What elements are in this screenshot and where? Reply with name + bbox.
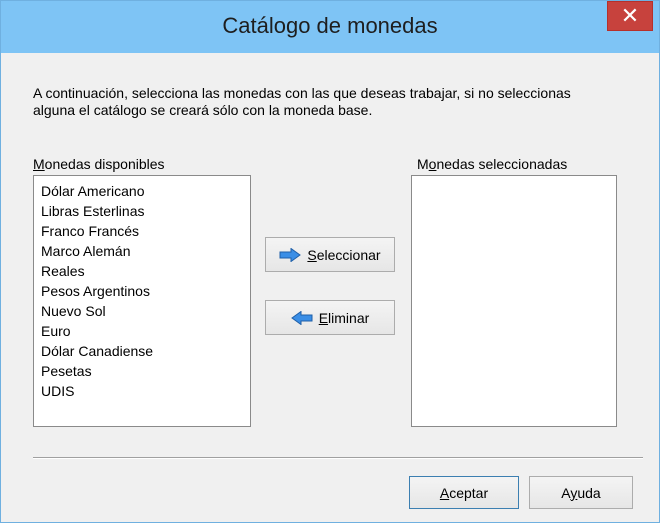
available-currencies-list[interactable]: Dólar Americano Libras Esterlinas Franco… [33, 175, 251, 427]
help-button-label: Ayuda [561, 484, 601, 501]
list-item[interactable]: UDIS [34, 381, 250, 401]
select-button-label: Seleccionar [307, 246, 381, 263]
selected-currencies-list[interactable] [411, 175, 617, 427]
selected-label: Monedas seleccionadas [417, 156, 568, 172]
dialog-window: Catálogo de monedas ✕ A continuación, se… [0, 0, 660, 523]
close-icon: ✕ [620, 3, 640, 28]
accept-button-label: Aceptar [439, 484, 489, 501]
available-label: Monedas disponibles [33, 156, 165, 172]
list-item[interactable]: Dólar Canadiense [34, 341, 250, 361]
arrow-left-icon [290, 310, 313, 325]
title-bar[interactable]: Catálogo de monedas ✕ [1, 1, 659, 53]
list-item[interactable]: Pesos Argentinos [34, 281, 250, 301]
select-button[interactable]: Seleccionar [265, 237, 395, 272]
list-item[interactable]: Libras Esterlinas [34, 201, 250, 221]
help-button[interactable]: Ayuda [529, 476, 633, 509]
dialog-title: Catálogo de monedas [222, 13, 438, 38]
list-item[interactable]: Franco Francés [34, 221, 250, 241]
list-item[interactable]: Euro [34, 321, 250, 341]
arrow-right-icon [279, 247, 302, 262]
list-item[interactable]: Reales [34, 261, 250, 281]
close-button[interactable]: ✕ [607, 1, 653, 31]
remove-button-label: Eliminar [318, 309, 370, 326]
remove-button[interactable]: Eliminar [265, 300, 395, 335]
list-item[interactable]: Nuevo Sol [34, 301, 250, 321]
list-item[interactable]: Marco Alemán [34, 241, 250, 261]
instructions-text: A continuación, selecciona las monedas c… [33, 85, 571, 118]
accept-button[interactable]: Aceptar [409, 476, 519, 509]
list-item[interactable]: Pesetas [34, 361, 250, 381]
separator [33, 457, 643, 459]
list-item[interactable]: Dólar Americano [34, 181, 250, 201]
